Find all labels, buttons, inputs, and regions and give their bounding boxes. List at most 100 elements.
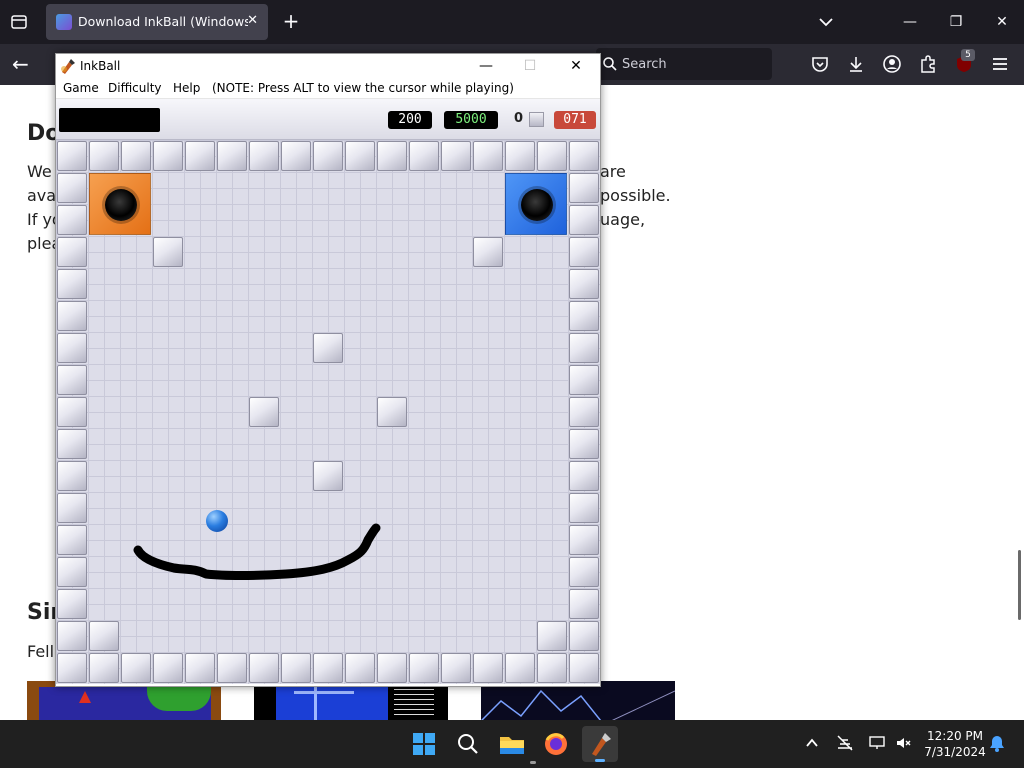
notification-bell-icon[interactable] bbox=[988, 734, 1006, 752]
wall-brick bbox=[505, 653, 535, 683]
target-score-display: 5000 bbox=[444, 111, 498, 129]
wall-brick bbox=[345, 141, 375, 171]
windows-start-icon[interactable] bbox=[406, 726, 442, 762]
search-icon[interactable] bbox=[450, 726, 486, 762]
tab-overview-icon[interactable] bbox=[6, 10, 32, 34]
window-title: InkBall bbox=[80, 59, 121, 73]
wall-brick bbox=[57, 333, 87, 363]
wall-brick bbox=[57, 653, 87, 683]
wall-brick bbox=[57, 397, 87, 427]
inkball-taskbar-icon[interactable] bbox=[582, 726, 618, 762]
wall-brick bbox=[569, 269, 599, 299]
game-board[interactable] bbox=[56, 140, 600, 684]
paragraph-text: Fell bbox=[27, 642, 55, 661]
favicon-icon bbox=[56, 14, 72, 30]
wall-brick bbox=[313, 333, 343, 363]
paragraph-text: possible. bbox=[600, 186, 671, 205]
wall-brick bbox=[569, 461, 599, 491]
wall-brick bbox=[89, 621, 119, 651]
wall-brick bbox=[569, 397, 599, 427]
back-arrow-icon[interactable]: ← bbox=[12, 53, 36, 75]
wall-brick bbox=[89, 653, 119, 683]
download-icon[interactable] bbox=[846, 54, 866, 74]
search-icon bbox=[603, 57, 617, 71]
account-icon[interactable] bbox=[882, 54, 902, 74]
wall-brick bbox=[57, 493, 87, 523]
wall-brick bbox=[409, 141, 439, 171]
wall-brick bbox=[569, 653, 599, 683]
wall-brick bbox=[569, 621, 599, 651]
chevron-down-icon[interactable] bbox=[816, 12, 836, 32]
paragraph-text: ava bbox=[27, 186, 57, 205]
paragraph-text: uage, bbox=[600, 210, 646, 229]
tab-title: Download InkBall (Windows) - I bbox=[78, 14, 248, 29]
menu-bar: Game Difficulty Help (NOTE: Press ALT to… bbox=[56, 78, 600, 99]
wall-brick bbox=[153, 653, 183, 683]
minimize-icon[interactable]: — bbox=[896, 10, 924, 34]
pocket-icon[interactable] bbox=[810, 54, 830, 74]
wall-brick bbox=[569, 237, 599, 267]
wall-brick bbox=[153, 237, 183, 267]
wall-brick bbox=[313, 461, 343, 491]
wall-brick bbox=[89, 141, 119, 171]
menu-difficulty[interactable]: Difficulty bbox=[108, 81, 162, 95]
minimize-icon[interactable]: — bbox=[464, 55, 508, 77]
firefox-icon[interactable] bbox=[538, 726, 574, 762]
wall-brick bbox=[185, 141, 215, 171]
menu-game[interactable]: Game bbox=[63, 81, 99, 95]
volume-muted-icon[interactable] bbox=[894, 734, 912, 752]
wall-brick bbox=[185, 653, 215, 683]
wall-brick bbox=[57, 429, 87, 459]
maximize-icon: ☐ bbox=[523, 58, 537, 74]
wall-brick bbox=[57, 205, 87, 235]
wall-brick bbox=[313, 141, 343, 171]
browser-tab-active[interactable]: Download InkBall (Windows) - I ✕ bbox=[46, 4, 268, 40]
extensions-icon[interactable] bbox=[918, 54, 938, 74]
close-window-icon[interactable]: ✕ bbox=[988, 10, 1016, 34]
scrollbar-thumb[interactable] bbox=[1018, 550, 1021, 620]
ink-indicator bbox=[59, 108, 160, 132]
close-tab-icon[interactable]: ✕ bbox=[247, 13, 258, 28]
wall-brick bbox=[569, 589, 599, 619]
wall-brick bbox=[57, 237, 87, 267]
search-input[interactable]: Search bbox=[596, 48, 772, 80]
wall-brick bbox=[569, 205, 599, 235]
balls-remaining-count: 0 bbox=[514, 111, 524, 126]
inkball-app-icon bbox=[61, 59, 75, 74]
paragraph-text: We bbox=[27, 162, 52, 181]
menu-help[interactable]: Help bbox=[173, 81, 200, 95]
wall-brick bbox=[121, 141, 151, 171]
wall-brick bbox=[57, 557, 87, 587]
wall-brick bbox=[217, 653, 247, 683]
display-icon[interactable] bbox=[868, 734, 886, 752]
wall-brick bbox=[249, 141, 279, 171]
wall-brick bbox=[57, 141, 87, 171]
menu-icon[interactable] bbox=[990, 54, 1010, 74]
restore-icon[interactable]: ❐ bbox=[942, 10, 970, 34]
network-disconnected-icon[interactable] bbox=[836, 734, 854, 752]
wall-brick bbox=[569, 173, 599, 203]
wall-brick bbox=[409, 653, 439, 683]
wall-brick bbox=[569, 557, 599, 587]
wall-brick bbox=[57, 461, 87, 491]
new-tab-button[interactable]: + bbox=[280, 10, 302, 34]
wall-brick bbox=[249, 653, 279, 683]
ink-stroke bbox=[133, 523, 381, 580]
inkball-window: InkBall — ☐ ✕ Game Difficulty Help (NOTE… bbox=[55, 53, 601, 687]
wall-brick bbox=[57, 365, 87, 395]
system-clock[interactable]: 12:20 PM 7/31/2024 bbox=[920, 728, 990, 760]
wall-brick bbox=[121, 653, 151, 683]
browser-tab-bar: Download InkBall (Windows) - I ✕ + — ❐ ✕ bbox=[0, 0, 1024, 44]
wall-brick bbox=[441, 141, 471, 171]
search-placeholder: Search bbox=[622, 57, 667, 72]
extension-badge: 5 bbox=[961, 49, 975, 61]
file-explorer-icon[interactable] bbox=[494, 726, 530, 762]
window-titlebar[interactable]: InkBall — ☐ ✕ bbox=[56, 54, 600, 78]
wall-brick bbox=[569, 333, 599, 363]
wall-brick bbox=[569, 141, 599, 171]
chevron-up-icon[interactable] bbox=[804, 735, 820, 751]
wall-brick bbox=[281, 141, 311, 171]
close-icon[interactable]: ✕ bbox=[554, 55, 598, 77]
wall-brick bbox=[473, 237, 503, 267]
wall-brick bbox=[569, 301, 599, 331]
